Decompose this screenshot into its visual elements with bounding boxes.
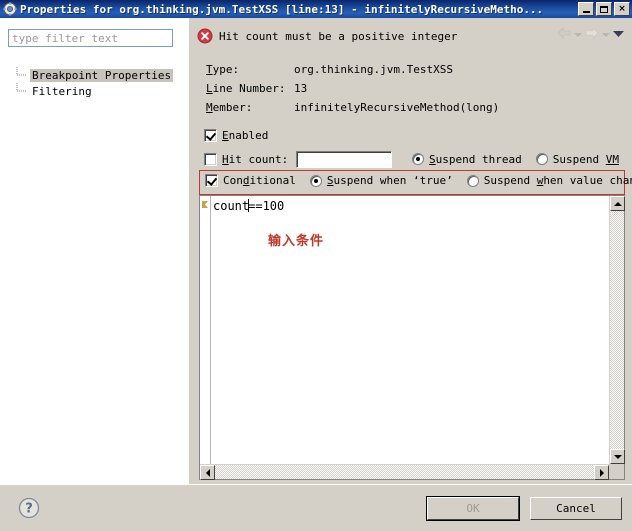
settings-tree: Breakpoint Properties Filtering bbox=[14, 67, 184, 99]
dialog-body: Breakpoint Properties Filtering bbox=[0, 18, 632, 484]
tree-connector-icon bbox=[16, 83, 28, 99]
cancel-button[interactable]: Cancel bbox=[530, 497, 622, 520]
error-icon bbox=[197, 28, 213, 44]
editor-gutter bbox=[200, 196, 211, 479]
settings-sidebar: Breakpoint Properties Filtering bbox=[0, 18, 189, 484]
window-controls: × bbox=[578, 2, 630, 16]
suspend-when-true-label: Suspend when ‘true’ bbox=[326, 174, 453, 187]
scroll-right-icon[interactable] bbox=[594, 465, 609, 480]
minimize-button[interactable] bbox=[578, 2, 594, 16]
message-bar: Hit count must be a positive integer bbox=[189, 18, 632, 54]
code-before-caret: count bbox=[213, 199, 250, 213]
detail-value-type: org.thinking.jvm.TestXSS bbox=[294, 63, 453, 76]
sidebar-item-label: Breakpoint Properties bbox=[30, 68, 174, 82]
enabled-label: Enabled bbox=[222, 129, 269, 142]
hit-count-checkbox[interactable] bbox=[204, 152, 217, 166]
svg-text:?: ? bbox=[25, 502, 33, 517]
detail-value-member: infinitelyRecursiveMethod(long) bbox=[294, 101, 500, 114]
scroll-down-icon[interactable] bbox=[610, 449, 625, 464]
message-separator bbox=[189, 54, 632, 55]
suspend-vm-radio[interactable] bbox=[535, 153, 548, 165]
scrollbar-corner bbox=[609, 464, 624, 479]
condition-editor[interactable]: count==100 输入条件 bbox=[199, 195, 625, 480]
close-icon: × bbox=[618, 3, 626, 14]
hit-count-label: Hit count: bbox=[222, 152, 289, 166]
editor-horizontal-scrollbar[interactable] bbox=[200, 464, 609, 480]
filter-box[interactable] bbox=[8, 29, 173, 47]
dialog-footer: ? OK Cancel bbox=[0, 484, 632, 531]
hit-count-field[interactable] bbox=[296, 150, 393, 168]
detail-row-line-number: Line Number: 13 bbox=[206, 79, 499, 98]
suspend-when-true-radio[interactable] bbox=[309, 174, 322, 187]
close-button[interactable]: × bbox=[614, 2, 630, 16]
detail-label-line-number: Line Number: bbox=[206, 82, 286, 95]
hit-count-row: Hit count: Suspend thread Suspend VM bbox=[204, 149, 619, 169]
back-dropdown-icon[interactable] bbox=[574, 28, 582, 41]
breakpoint-properties-panel: Hit count must be a positive integer Typ… bbox=[189, 18, 632, 484]
title-bar: Properties for org.thinking.jvm.TestXSS … bbox=[0, 0, 632, 18]
help-icon[interactable]: ? bbox=[18, 497, 40, 519]
suspend-vm-label: Suspend VM bbox=[552, 152, 619, 166]
breakpoint-marker-icon bbox=[202, 198, 208, 208]
enabled-checkbox-row[interactable]: Enabled bbox=[204, 129, 268, 142]
detail-label-type: Type: bbox=[206, 63, 240, 76]
sidebar-item-filtering[interactable]: Filtering bbox=[14, 83, 184, 99]
suspend-thread-radio[interactable] bbox=[412, 153, 425, 165]
breakpoint-details: Type: org.thinking.jvm.TestXSS Line Numb… bbox=[206, 60, 499, 117]
sidebar-item-breakpoint-properties[interactable]: Breakpoint Properties bbox=[14, 67, 184, 83]
maximize-button[interactable] bbox=[596, 2, 612, 16]
hit-count-input[interactable] bbox=[297, 151, 392, 167]
scroll-up-icon[interactable] bbox=[610, 196, 625, 211]
forward-dropdown-icon[interactable] bbox=[602, 28, 610, 41]
conditional-checkbox[interactable] bbox=[205, 174, 218, 187]
condition-code-text: count==100 bbox=[213, 199, 284, 213]
detail-row-type: Type: org.thinking.jvm.TestXSS bbox=[206, 60, 499, 79]
properties-dialog: Properties for org.thinking.jvm.TestXSS … bbox=[0, 0, 632, 531]
enabled-checkbox[interactable] bbox=[204, 129, 217, 142]
error-message: Hit count must be a positive integer bbox=[219, 29, 458, 43]
scroll-left-icon[interactable] bbox=[200, 465, 215, 480]
detail-label-member: Member: bbox=[206, 101, 253, 114]
message-nav-icons bbox=[557, 27, 624, 42]
suspend-thread-label: Suspend thread bbox=[429, 152, 522, 166]
suspend-when-value-changes-label: Suspend when value changes bbox=[483, 174, 632, 187]
conditional-row: Conditional Suspend when ‘true’ Suspend … bbox=[205, 174, 632, 187]
sidebar-item-label: Filtering bbox=[32, 84, 92, 98]
back-arrow-icon[interactable] bbox=[557, 27, 571, 42]
detail-value-line-number: 13 bbox=[294, 82, 308, 95]
tree-connector-icon bbox=[16, 67, 28, 83]
suspend-when-value-changes-radio[interactable] bbox=[466, 174, 479, 187]
conditional-label: Conditional bbox=[223, 174, 296, 187]
ok-button[interactable]: OK bbox=[426, 496, 520, 521]
annotation-text: 输入条件 bbox=[268, 234, 325, 249]
window-title: Properties for org.thinking.jvm.TestXSS … bbox=[20, 2, 544, 16]
editor-vertical-scrollbar[interactable] bbox=[609, 196, 625, 464]
search-input[interactable] bbox=[12, 31, 172, 45]
view-menu-chevron-icon[interactable] bbox=[613, 28, 624, 41]
forward-arrow-icon[interactable] bbox=[585, 27, 599, 42]
detail-row-member: Member: infinitelyRecursiveMethod(long) bbox=[206, 98, 499, 117]
code-after-caret: ==100 bbox=[248, 199, 285, 213]
conditional-highlight-box: Conditional Suspend when ‘true’ Suspend … bbox=[199, 170, 632, 195]
properties-gear-icon bbox=[3, 2, 17, 16]
